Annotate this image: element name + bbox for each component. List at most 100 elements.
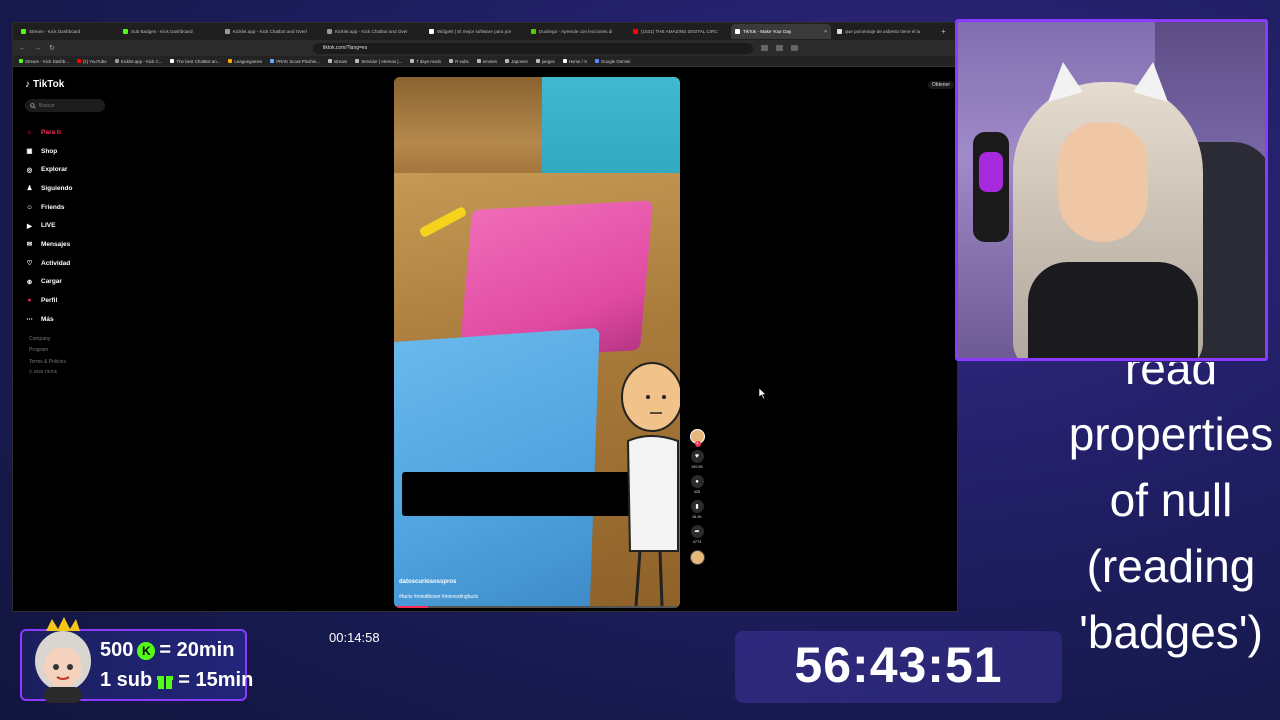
bookmark-label: Servidor | Aternos |... — [361, 58, 403, 64]
tab-favicon-icon — [429, 29, 434, 34]
tab-label: Kicklet.app - Kick Chatbot and Overl — [233, 29, 307, 34]
like-button[interactable]: ♥ 190.5K — [687, 450, 707, 469]
profile-icon: ● — [27, 297, 32, 305]
bookmark-favicon-icon — [535, 59, 540, 63]
webcam-frame — [955, 19, 1268, 361]
tab-favicon-icon — [225, 29, 230, 34]
tab-bar: Stream - Kick Dashboard Sub Badges - Kick… — [13, 23, 957, 40]
video-hashtags[interactable]: #facts #mindblown #interestingfacts — [399, 594, 478, 600]
browser-tab[interactable]: Kicklet.app - Kick Chatbot and Over — [323, 24, 423, 39]
search-input[interactable] — [39, 102, 99, 109]
bookmark-item[interactable]: Servidor | Aternos |... — [355, 59, 402, 64]
sidebar-item-label: Friends — [41, 203, 65, 211]
share-icon: ➦ — [690, 525, 704, 538]
webcam-person-shirt — [1028, 262, 1198, 358]
comment-button[interactable]: ● 425 — [687, 475, 707, 494]
bookmark-favicon-icon — [505, 59, 510, 63]
get-app-button[interactable]: Obtener — [927, 81, 954, 89]
bookmark-item[interactable]: PRAK Scout Plushie... — [270, 59, 320, 64]
sidebar-item-mensajes[interactable]: ✉ Mensajes — [25, 235, 72, 254]
extension-icon[interactable] — [760, 45, 768, 51]
error-line: read — [1124, 362, 1218, 394]
browser-tab[interactable]: Widgets | El mejor software para por — [425, 24, 525, 39]
sidebar-item-para-ti[interactable]: ⌂ Para ti — [25, 123, 72, 142]
bookmark-item[interactable]: (1) YouTube — [76, 59, 107, 64]
bookmark-item[interactable]: emotes — [476, 59, 497, 64]
extension-icon[interactable] — [775, 45, 783, 51]
webcam-person-face — [1058, 122, 1148, 242]
save-button[interactable]: ▮ 16.2K — [687, 500, 707, 519]
tab-label: Widgets | El mejor software para por — [437, 29, 512, 34]
new-tab-button[interactable]: + — [935, 27, 952, 36]
like-count: 190.5K — [690, 465, 704, 469]
cartoon-character — [621, 362, 680, 607]
browser-tab[interactable]: Stream - Kick Dashboard — [17, 24, 117, 39]
sidebar-item-friends[interactable]: ☺ Friends — [25, 198, 72, 217]
tab-label: Stream - Kick Dashboard — [29, 29, 81, 34]
extension-icon[interactable] — [790, 45, 798, 51]
search-box[interactable] — [25, 99, 105, 112]
url-field[interactable]: tiktok.com/?lang=es — [312, 42, 753, 54]
browser-tab[interactable]: Duolingo - Aprende con lecciones di — [527, 24, 627, 39]
bookmark-item[interactable]: Leaguegames — [228, 59, 262, 64]
comment-count: 425 — [693, 490, 701, 494]
video-progress-bar[interactable] — [394, 606, 680, 608]
bookmark-item[interactable]: 7 days mods — [410, 59, 441, 64]
browser-tab[interactable]: Sub Badges - Kick Dashboard — [119, 24, 219, 39]
bookmark-favicon-icon — [19, 59, 23, 63]
follow-plus-icon[interactable]: + — [694, 441, 701, 447]
bookmark-item[interactable]: Kicklet.app - Kick C... — [114, 59, 162, 64]
browser-tab[interactable]: Kicklet.app - Kick Chatbot and Overl — [221, 24, 321, 39]
bookmark-item[interactable]: stream — [327, 59, 347, 64]
error-text-clip: read properties of null (reading 'badges') — [1062, 362, 1280, 662]
video-progress-fill — [394, 606, 429, 608]
bookmark-item[interactable]: R subs — [449, 59, 469, 64]
footer-link[interactable]: Company — [29, 334, 66, 345]
footer-link[interactable]: Program — [29, 345, 66, 356]
bookmark-label: Stream - Kick Dashb... — [25, 58, 69, 64]
sidebar-item-label: Más — [41, 315, 54, 323]
bookmark-item[interactable]: The best ChatBot an... — [170, 59, 220, 64]
bookmark-item[interactable]: Home / X — [562, 59, 587, 64]
browser-tab[interactable]: que porcentaje de asbesto tiene el la — [833, 24, 933, 39]
browser-tab[interactable]: (1531) THE AMAZING DIGITAL CIRC — [629, 24, 729, 39]
streamer-avatar-icon — [35, 617, 91, 703]
footer-link[interactable]: Terms & Policies — [29, 357, 66, 368]
bookmark-item[interactable]: juegos — [535, 59, 555, 64]
search-icon — [30, 102, 36, 109]
sidebar-item-label: Explorar — [41, 166, 68, 174]
sidebar-item-live[interactable]: ▶ LIVE — [25, 216, 72, 235]
video-background-wood — [394, 77, 542, 187]
subathon-timer: 56:43:51 — [794, 637, 1003, 693]
sidebar-item-siguiendo[interactable]: ♟ Siguiendo — [25, 179, 73, 198]
bookmark-item[interactable]: Japones — [505, 59, 528, 64]
bookmark-label: Leaguegames — [234, 58, 263, 64]
music-disc-button[interactable] — [687, 550, 707, 565]
sidebar-item-cargar[interactable]: ⊕ Cargar — [25, 273, 72, 292]
bookmark-label: The best ChatBot an... — [176, 58, 221, 64]
forward-icon[interactable]: → — [34, 45, 41, 52]
back-icon[interactable]: ← — [19, 45, 26, 52]
share-button[interactable]: ➦ 4773 — [687, 525, 707, 544]
following-icon: ♟ — [26, 185, 33, 193]
creator-name[interactable]: datoscuriososspros — [399, 579, 456, 585]
sidebar-item-label: Shop — [41, 147, 58, 155]
tiktok-logo[interactable]: ♪ TikTok — [25, 79, 64, 90]
creator-avatar-button[interactable]: + — [687, 429, 707, 447]
browser-tab[interactable]: TikTok - Make Your Day × — [731, 24, 831, 39]
tabs: Stream - Kick Dashboard Sub Badges - Kick… — [17, 24, 933, 39]
reload-icon[interactable]: ↻ — [49, 44, 55, 52]
sidebar-item-perfil[interactable]: ● Perfil — [25, 291, 72, 310]
sidebar-item-shop[interactable]: ▣ Shop — [25, 142, 72, 161]
sidebar-item-explorar[interactable]: ◎ Explorar — [25, 160, 72, 179]
video-player[interactable]: datoscuriososspros #facts #mindblown #in… — [394, 77, 680, 608]
sidebar-item-actividad[interactable]: ♡ Actividad — [25, 254, 72, 273]
sidebar-item-m-s[interactable]: ⋯ Más — [25, 310, 72, 329]
compass-icon: ◎ — [26, 166, 33, 174]
kick-coin-icon: K — [137, 641, 156, 660]
tab-favicon-icon — [837, 29, 842, 34]
kicks-amount: 500 — [100, 639, 134, 661]
close-tab-icon[interactable]: × — [824, 29, 827, 35]
bookmark-item[interactable]: Stream - Kick Dashb... — [19, 59, 69, 64]
bookmark-item[interactable]: Google Gemini — [595, 59, 630, 64]
